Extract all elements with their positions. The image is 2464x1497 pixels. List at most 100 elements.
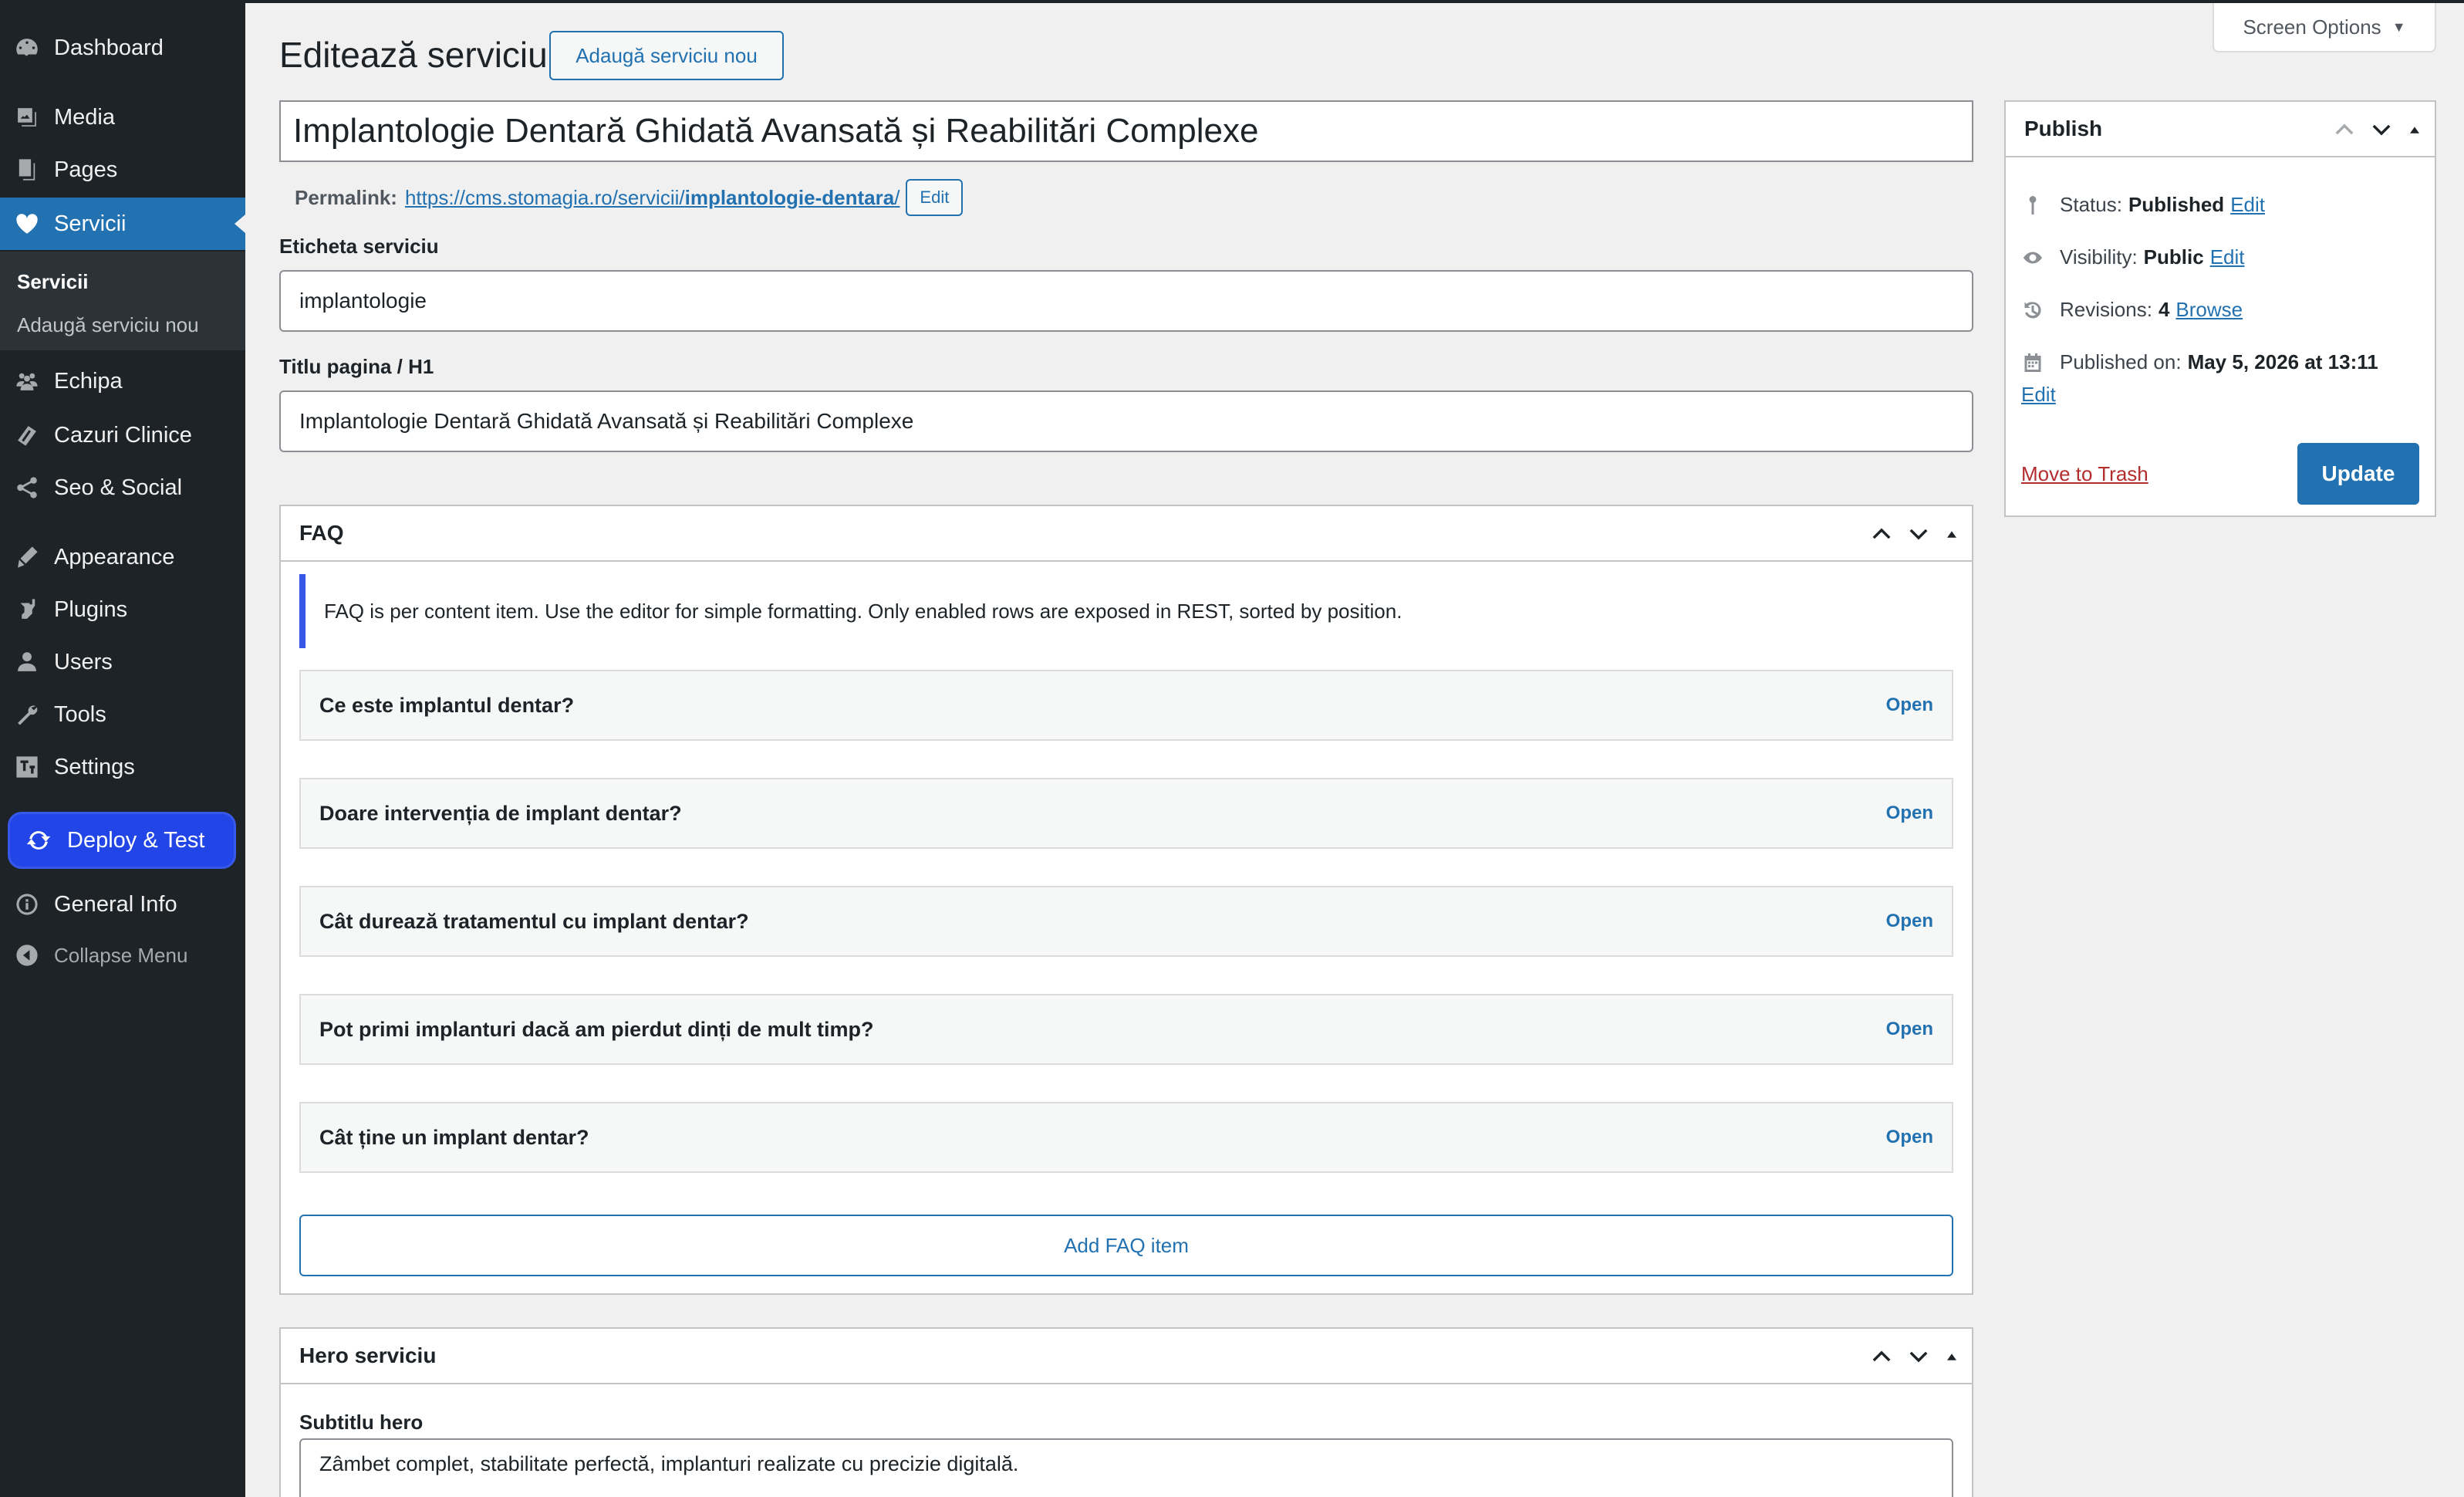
sidebar-item-label: General Info <box>54 891 177 917</box>
screen-options-label: Screen Options <box>2243 15 2381 39</box>
hero-title: Hero serviciu <box>299 1343 437 1367</box>
eticheta-label: Eticheta serviciu <box>279 235 439 258</box>
permalink-link[interactable]: https://cms.stomagia.ro/servicii/implant… <box>405 186 900 210</box>
titlu-field[interactable]: Implantologie Dentară Ghidată Avansată ș… <box>279 390 1973 452</box>
settings-icon <box>0 754 54 780</box>
eye-icon <box>2024 252 2042 263</box>
sidebar-item-label: Media <box>54 104 115 130</box>
status-value: Published <box>2128 193 2225 216</box>
faq-open-link[interactable]: Open <box>1886 694 1933 716</box>
sidebar-item-echipa[interactable]: Echipa <box>0 355 245 407</box>
move-up-icon[interactable] <box>1868 1343 1895 1370</box>
info-icon <box>0 891 54 917</box>
faq-title: FAQ <box>299 521 344 545</box>
move-up-icon[interactable] <box>1868 521 1895 547</box>
permalink-end: / <box>894 185 900 209</box>
sidebar-item-servicii[interactable]: Servicii <box>0 198 245 250</box>
collapse-menu-button[interactable]: Collapse Menu <box>0 929 245 982</box>
faq-header[interactable]: FAQ <box>281 506 1972 562</box>
toggle-panel-icon[interactable] <box>1943 525 1961 543</box>
published-label: Published on: <box>2060 350 2182 373</box>
sidebar-item-label: Appearance <box>54 544 175 569</box>
calendar-icon <box>2024 353 2041 372</box>
sidebar-item-pages[interactable]: Pages <box>0 144 245 196</box>
collapse-label: Collapse Menu <box>54 943 188 967</box>
hero-handle-actions <box>1868 1329 1961 1384</box>
hero-header[interactable]: Hero serviciu <box>281 1329 1972 1384</box>
faq-item[interactable]: Doare intervenția de implant dentar? Ope… <box>299 778 1953 849</box>
permalink-edit-button[interactable]: Edit <box>906 179 964 216</box>
visibility-row: Visibility: Public Edit <box>2021 245 2245 269</box>
revisions-row: Revisions: 4 Browse <box>2021 298 2243 322</box>
faq-item[interactable]: Cât durează tratamentul cu implant denta… <box>299 886 1953 957</box>
history-icon <box>2024 301 2041 318</box>
deploy-test-button[interactable]: Deploy & Test <box>8 812 236 869</box>
publish-header[interactable]: Publish <box>2006 102 2435 157</box>
sidebar-item-tools[interactable]: Tools <box>0 688 245 741</box>
submenu-servicii[interactable]: Servicii <box>17 270 89 294</box>
sidebar-item-label: Echipa <box>54 368 123 394</box>
sidebar-item-seo-social[interactable]: Seo & Social <box>0 461 245 514</box>
eticheta-field[interactable]: implantologie <box>279 270 1973 332</box>
sidebar-item-general-info[interactable]: General Info <box>0 878 245 931</box>
move-down-icon[interactable] <box>1905 521 1932 547</box>
toggle-panel-icon[interactable] <box>2405 120 2424 139</box>
sidebar-item-cazuri-clinice[interactable]: Cazuri Clinice <box>0 409 245 461</box>
status-edit-link[interactable]: Edit <box>2230 193 2265 217</box>
faq-item[interactable]: Ce este implantul dentar? Open <box>299 670 1953 741</box>
toggle-panel-icon[interactable] <box>1943 1347 1961 1366</box>
hero-metabox: Hero serviciu Subtitlu hero Zâmbet compl… <box>279 1327 1973 1497</box>
page-title: Editează serviciu <box>279 35 548 75</box>
revisions-value: 4 <box>2158 298 2170 321</box>
visibility-edit-link[interactable]: Edit <box>2210 245 2245 269</box>
sidebar-item-appearance[interactable]: Appearance <box>0 531 245 583</box>
groups-icon <box>0 368 54 394</box>
browse-revisions-link[interactable]: Browse <box>2175 298 2243 322</box>
faq-question: Cât ține un implant dentar? <box>319 1125 589 1149</box>
users-icon <box>0 649 54 675</box>
post-title-input[interactable]: Implantologie Dentară Ghidată Avansată ș… <box>279 100 1973 162</box>
sidebar-item-label: Servicii <box>54 211 127 236</box>
hero-subtitle-field[interactable]: Zâmbet complet, stabilitate perfectă, im… <box>299 1438 1953 1497</box>
published-row: Published on: May 5, 2026 at 13:11 <box>2021 350 2378 374</box>
plugins-icon <box>0 596 54 623</box>
sidebar-item-users[interactable]: Users <box>0 636 245 688</box>
move-to-trash-link[interactable]: Move to Trash <box>2021 462 2148 486</box>
dashboard-icon <box>0 35 54 61</box>
faq-question: Cât durează tratamentul cu implant denta… <box>319 909 749 933</box>
faq-open-link[interactable]: Open <box>1886 1019 1933 1040</box>
move-up-icon[interactable] <box>2331 117 2358 143</box>
status-row: Status: Published Edit <box>2021 193 2265 217</box>
status-label: Status: <box>2060 193 2122 216</box>
faq-item[interactable]: Cât ține un implant dentar? Open <box>299 1102 1953 1173</box>
titlu-label: Titlu pagina / H1 <box>279 355 434 378</box>
visibility-label: Visibility: <box>2060 245 2138 269</box>
submenu-add-new[interactable]: Adaugă serviciu nou <box>17 313 199 337</box>
screen-options-button[interactable]: Screen Options ▼ <box>2213 3 2436 52</box>
sidebar-item-settings[interactable]: Settings <box>0 741 245 793</box>
pin-icon <box>2029 195 2037 215</box>
sidebar-item-label: Cazuri Clinice <box>54 422 192 448</box>
pages-icon <box>0 157 54 183</box>
faq-item[interactable]: Pot primi implanturi dacă am pierdut din… <box>299 994 1953 1065</box>
faq-open-link[interactable]: Open <box>1886 911 1933 932</box>
move-down-icon[interactable] <box>2368 117 2395 143</box>
heart-icon <box>0 211 54 237</box>
published-edit-link[interactable]: Edit <box>2021 383 2056 407</box>
permalink-row: Permalink: https://cms.stomagia.ro/servi… <box>295 179 964 216</box>
visibility-value: Public <box>2143 245 2204 269</box>
faq-question: Ce este implantul dentar? <box>319 693 575 717</box>
sidebar-item-plugins[interactable]: Plugins <box>0 583 245 636</box>
published-value: May 5, 2026 at 13:11 <box>2187 350 2378 373</box>
move-down-icon[interactable] <box>1905 1343 1932 1370</box>
add-new-service-button[interactable]: Adaugă serviciu nou <box>549 31 784 80</box>
sidebar-item-media[interactable]: Media <box>0 91 245 144</box>
faq-question: Pot primi implanturi dacă am pierdut din… <box>319 1017 874 1041</box>
add-faq-item-button[interactable]: Add FAQ item <box>299 1215 1953 1276</box>
update-button[interactable]: Update <box>2297 443 2419 505</box>
faq-open-link[interactable]: Open <box>1886 803 1933 824</box>
faq-open-link[interactable]: Open <box>1886 1127 1933 1148</box>
sidebar-item-label: Tools <box>54 701 106 727</box>
appearance-icon <box>0 544 54 570</box>
sidebar-item-dashboard[interactable]: Dashboard <box>0 22 245 74</box>
